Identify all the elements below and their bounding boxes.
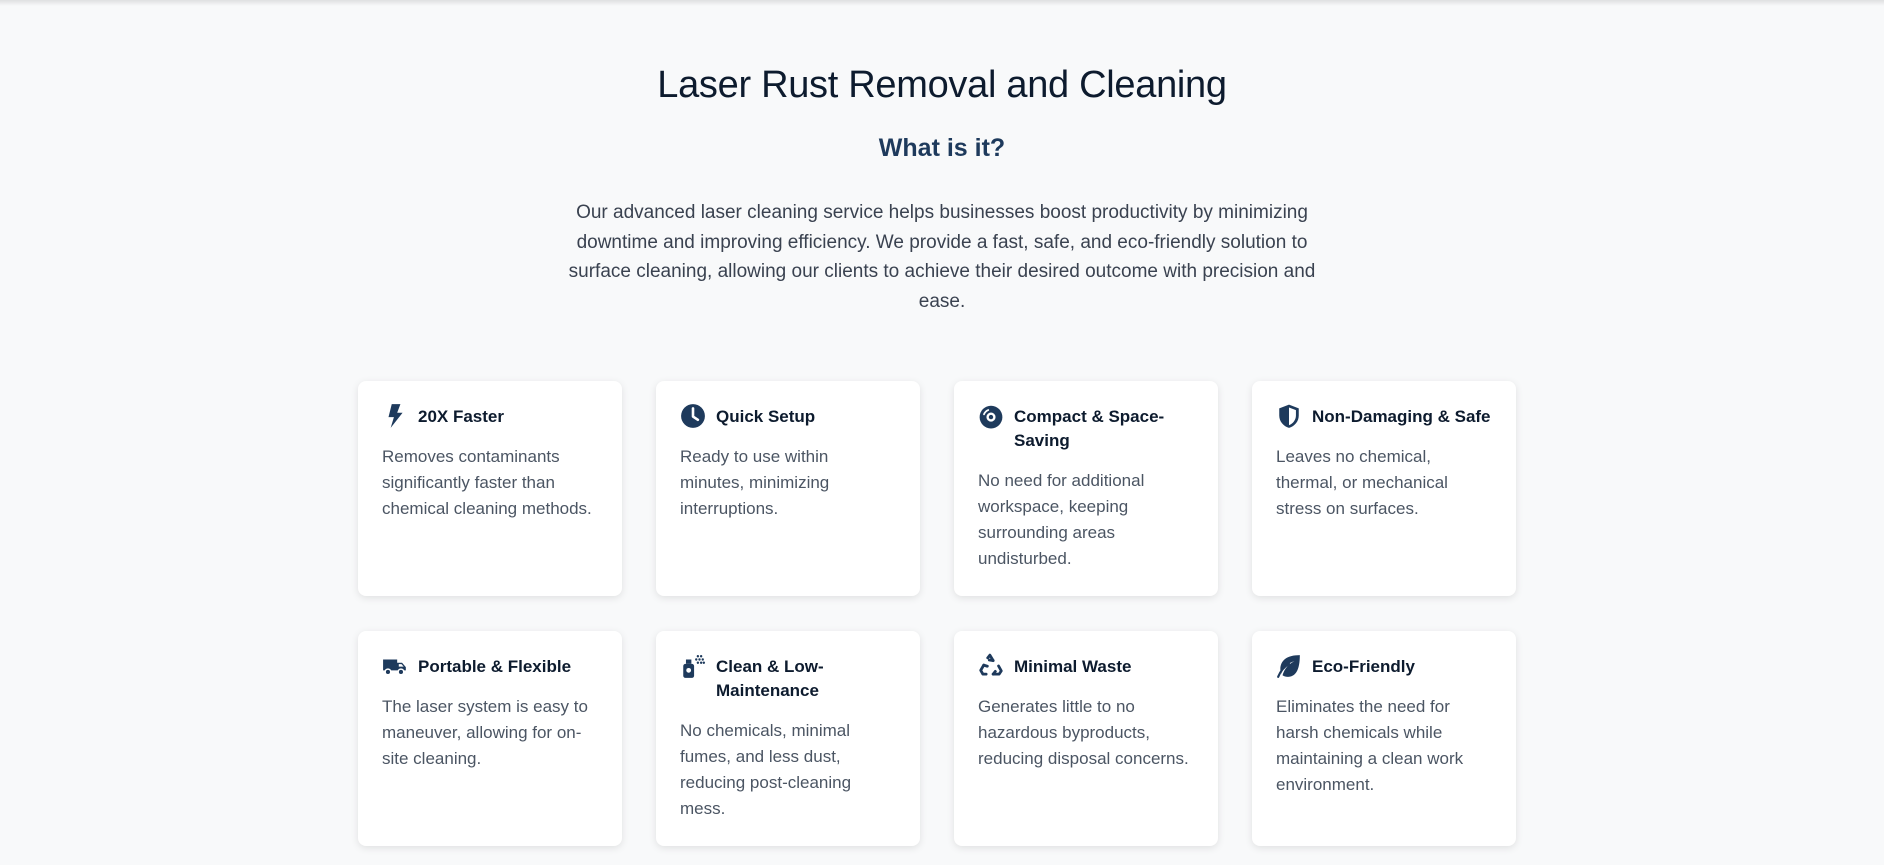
feature-card-header: 20X Faster [382, 403, 598, 429]
feature-card-header: Clean & Low-Maintenance [680, 653, 896, 703]
feature-title: 20X Faster [418, 407, 504, 426]
feature-title: Eco-Friendly [1312, 657, 1415, 676]
feature-card-header: Quick Setup [680, 403, 896, 429]
feature-card-header: Portable & Flexible [382, 653, 598, 679]
feature-description: Eliminates the need for harsh chemicals … [1276, 697, 1464, 794]
truck-icon [382, 653, 408, 679]
feature-card: 20X Faster Removes contaminants signific… [358, 381, 622, 596]
bolt-icon [382, 403, 408, 429]
feature-description: Ready to use within minutes, minimizing … [680, 447, 830, 518]
feature-title: Clean & Low-Maintenance [716, 657, 824, 700]
feature-title: Minimal Waste [1014, 657, 1132, 676]
feature-card-header: Non-Damaging & Safe [1276, 403, 1492, 429]
spray-can-icon [680, 653, 706, 679]
intro-paragraph: Our advanced laser cleaning service help… [568, 202, 1316, 312]
feature-title: Portable & Flexible [418, 657, 572, 676]
feature-card-header: Minimal Waste [978, 653, 1194, 679]
feature-description: No need for additional workspace, keepin… [978, 471, 1145, 568]
feature-card: Non-Damaging & Safe Leaves no chemical, … [1252, 381, 1516, 596]
feature-title: Quick Setup [716, 407, 816, 426]
feature-card: Quick Setup Ready to use within minutes,… [656, 381, 920, 596]
page: Laser Rust Removal and Cleaning What is … [0, 0, 1884, 865]
clock-icon [680, 403, 706, 429]
feature-description: Generates little to no hazardous byprodu… [978, 697, 1189, 768]
feature-card: Portable & Flexible The laser system is … [358, 631, 622, 846]
feature-description: Removes contaminants significantly faste… [382, 447, 592, 518]
feature-description: No chemicals, minimal fumes, and less du… [680, 721, 852, 818]
compact-disc-icon [978, 403, 1004, 429]
feature-description: Leaves no chemical, thermal, or mechanic… [1276, 447, 1448, 518]
feature-card: Compact & Space-Saving No need for addit… [954, 381, 1218, 596]
feature-card: Eco-Friendly Eliminates the need for har… [1252, 631, 1516, 846]
feature-card: Minimal Waste Generates little to no haz… [954, 631, 1218, 846]
header-shadow [0, 0, 1884, 6]
feature-title: Compact & Space-Saving [1014, 407, 1165, 450]
feature-title: Non-Damaging & Safe [1312, 407, 1491, 426]
feature-description: The laser system is easy to maneuver, al… [382, 697, 588, 768]
feature-card-header: Eco-Friendly [1276, 653, 1492, 679]
feature-card: Clean & Low-Maintenance No chemicals, mi… [656, 631, 920, 846]
recycle-icon [978, 653, 1004, 679]
feature-card-header: Compact & Space-Saving [978, 403, 1194, 453]
page-title: Laser Rust Removal and Cleaning [657, 64, 1227, 106]
section-subtitle: What is it? [878, 134, 1006, 162]
shield-icon [1276, 403, 1302, 429]
leaf-icon [1276, 653, 1302, 679]
